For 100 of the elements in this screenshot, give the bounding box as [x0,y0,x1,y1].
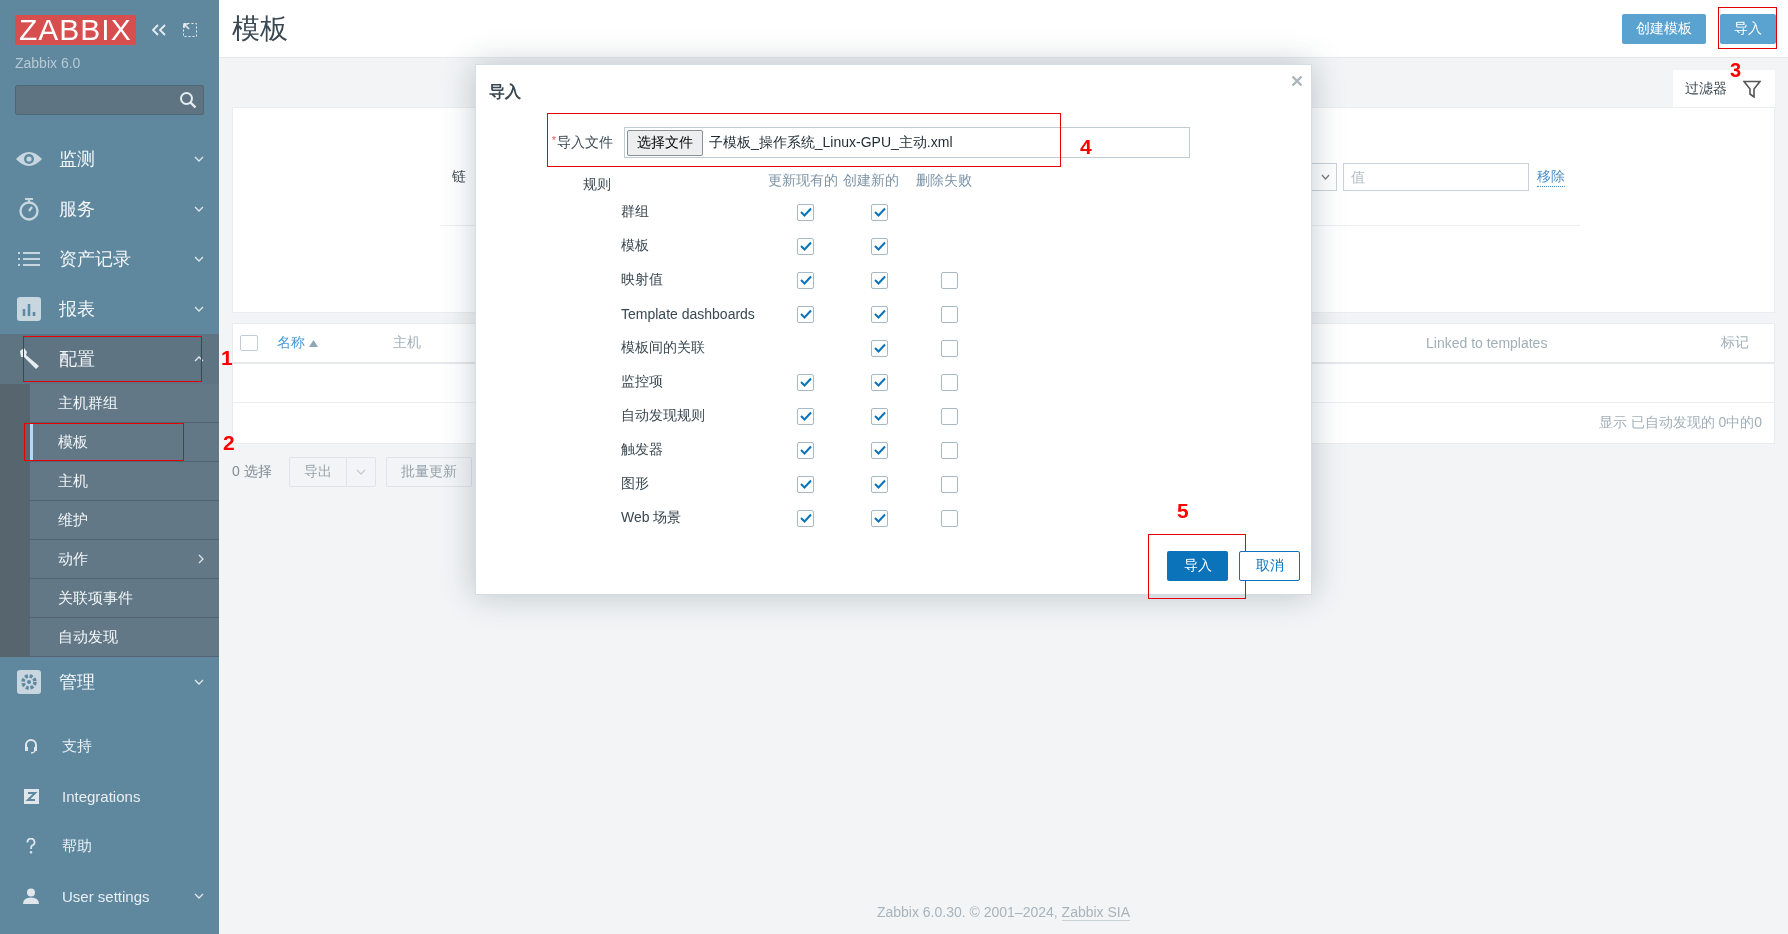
menu-item[interactable]: 服务 [0,184,219,234]
checkmark-icon [873,275,886,285]
rule-label: Template dashboards [621,306,756,322]
rule-label: 映射值 [621,271,664,289]
checkmark-icon [873,411,886,421]
copyright-text: Zabbix 6.0.30. © 2001–2024, [876,904,1059,920]
checkbox[interactable] [871,475,888,493]
menu-item[interactable]: 监测 [0,134,219,184]
submenu-item[interactable]: 主机 [30,462,219,501]
choose-file-button[interactable]: 选择文件 [627,129,703,156]
column-header: 删除失败 [916,172,973,190]
checkbox[interactable] [871,509,888,527]
checkbox[interactable] [797,441,814,459]
checkbox[interactable] [797,407,814,425]
collapse-icon[interactable] [149,22,168,38]
field-label: 导入文件 [557,133,613,150]
checkbox[interactable] [941,271,958,289]
question-mark-icon [26,838,36,854]
column-header: 更新现有的 [768,172,839,190]
checkmark-icon [873,479,886,489]
dialog-button[interactable]: 导入 [1167,551,1228,581]
search-field[interactable] [15,85,204,115]
checkmark-icon [873,207,886,217]
checkmark-icon [799,513,812,523]
checkbox[interactable] [871,407,888,425]
menu-item[interactable]: 资产记录 [0,234,219,284]
rule-label: 模板 [621,237,650,255]
filter-label: 链 [452,168,466,186]
chevron-down-icon [1321,174,1330,180]
rule-label: 触发器 [621,441,664,459]
submenu-item[interactable]: 自动发现 [30,618,219,657]
checkbox[interactable] [941,509,958,527]
logo[interactable]: ZABBIX [15,15,136,45]
annotation-number: 1 [221,346,233,370]
dialog-button[interactable]: 取消 [1239,551,1300,581]
sort-ascending-icon [309,339,318,347]
column-header[interactable]: 名称 [277,334,393,352]
menu-item[interactable]: 帮助 [0,821,219,871]
menu-item[interactable]: 管理 [0,657,219,707]
checkbox[interactable] [797,271,814,289]
checkbox[interactable] [941,305,958,323]
checkbox[interactable] [941,475,958,493]
checkbox[interactable] [941,407,958,425]
checkbox[interactable] [797,305,814,323]
header-button[interactable]: 导入 [1720,13,1776,44]
header-button[interactable]: 创建模板 [1622,13,1706,44]
wrench-icon [17,347,41,371]
checkbox[interactable] [797,475,814,493]
checkbox[interactable] [871,271,888,289]
remove-link[interactable]: 移除 [1537,167,1565,187]
checkbox[interactable] [941,441,958,459]
checkbox[interactable] [871,441,888,459]
checkbox[interactable] [941,339,958,357]
menu-item[interactable]: 支持 [0,721,219,771]
checkmark-icon [873,377,886,387]
rule-label: 自动发现规则 [621,407,706,425]
checkmark-icon [873,241,886,251]
checkbox[interactable] [871,203,888,221]
checkbox[interactable] [871,237,888,255]
column-header: 创建新的 [843,172,900,190]
select-all-checkbox[interactable] [240,335,258,351]
file-name: 子模板_操作系统_Linux-GPU_主动.xml [709,133,953,152]
checkbox[interactable] [871,373,888,391]
checkmark-icon [799,377,812,387]
menu-item[interactable]: User settings [0,871,219,921]
checkbox[interactable] [871,305,888,323]
bar-chart-icon [17,297,41,321]
checkmark-icon [799,207,812,217]
checkmark-icon [799,411,812,421]
value-field[interactable]: 值 [1343,163,1529,191]
filter-icon [1743,79,1761,98]
rule-label: Web 场景 [621,509,683,527]
menu-item[interactable]: 报表 [0,284,219,334]
checkbox[interactable] [797,373,814,391]
eye-icon [15,150,43,168]
submenu-item[interactable]: 主机群组 [30,384,219,423]
column-header[interactable]: 标记 [1721,334,1774,352]
rule-label: 群组 [621,203,650,221]
checkbox[interactable] [797,509,814,527]
submenu-item[interactable]: 关联项事件 [30,579,219,618]
checkbox[interactable] [797,237,814,255]
checkmark-icon [799,309,812,319]
dialog-title: 导入 [489,82,522,102]
checkmark-icon [873,309,886,319]
annotation-box [1718,6,1777,49]
search-icon[interactable] [179,91,197,109]
checkbox[interactable] [797,203,814,221]
menu-item[interactable]: Integrations [0,771,219,821]
fullscreen-icon[interactable] [181,22,198,38]
checkbox[interactable] [871,339,888,357]
company-link[interactable]: Zabbix SIA [1061,903,1131,921]
submenu-item[interactable]: 维护 [30,501,219,540]
checkbox[interactable] [941,373,958,391]
column-header[interactable]: Linked to templates [1426,335,1721,351]
headset-icon [24,738,38,754]
checkmark-icon [799,241,812,251]
chevron-down-icon [194,679,204,685]
chevron-right-icon [198,554,204,564]
submenu-item[interactable]: 动作 [30,540,219,579]
chevron-down-icon [194,206,204,212]
